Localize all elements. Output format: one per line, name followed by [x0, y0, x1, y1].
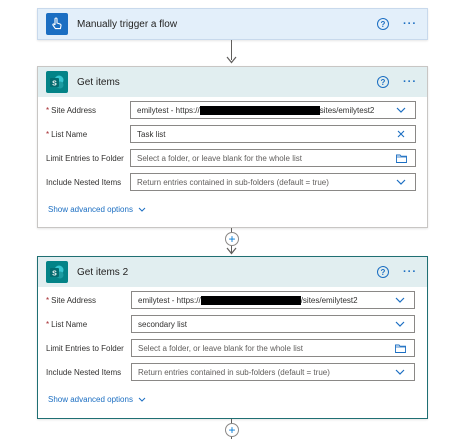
site-address-label: * Site Address: [46, 105, 97, 115]
chevron-down-icon[interactable]: [394, 319, 406, 329]
limit-entries-label: Limit Entries to Folder: [46, 153, 124, 163]
site-address-row: * Site Address emilytest - https:// /site…: [38, 291, 427, 309]
help-icon[interactable]: ?: [377, 266, 389, 278]
site-address-label: * Site Address: [46, 295, 97, 305]
svg-text:S: S: [52, 271, 57, 278]
more-options-icon[interactable]: ···: [403, 76, 417, 88]
add-step-button[interactable]: +: [225, 423, 239, 437]
show-advanced-options-link[interactable]: Show advanced options: [48, 395, 146, 404]
arrow-down-icon: [226, 56, 237, 64]
add-step-button[interactable]: +: [225, 232, 239, 246]
list-name-row: * List Name Task list: [38, 125, 427, 143]
site-address-dropdown[interactable]: emilytest - https:// sites/emilytest2: [130, 101, 416, 119]
more-options-icon[interactable]: ···: [403, 18, 417, 30]
chevron-down-icon: [138, 207, 146, 212]
list-name-label: * List Name: [46, 319, 88, 329]
chevron-down-icon: [138, 397, 146, 402]
help-icon[interactable]: ?: [377, 18, 389, 30]
redaction-bar: [200, 295, 301, 305]
folder-icon[interactable]: [395, 153, 407, 163]
get-items-2-header[interactable]: S Get items 2 ? ···: [38, 257, 427, 287]
get-items-2-title: Get items 2: [77, 266, 129, 278]
include-nested-dropdown[interactable]: Return entries contained in sub-folders …: [131, 363, 415, 381]
chevron-down-icon[interactable]: [394, 367, 406, 377]
include-nested-row: Include Nested Items Return entries cont…: [38, 363, 427, 381]
more-options-icon[interactable]: ···: [403, 266, 417, 278]
svg-text:S: S: [52, 81, 57, 88]
sharepoint-icon: S: [46, 71, 68, 93]
sharepoint-icon: S: [46, 261, 68, 283]
redaction-bar: [199, 105, 320, 115]
trigger-title: Manually trigger a flow: [77, 18, 178, 30]
chevron-down-icon[interactable]: [394, 295, 406, 305]
show-advanced-options-link[interactable]: Show advanced options: [48, 205, 146, 214]
list-name-field[interactable]: Task list: [130, 125, 416, 143]
trigger-card-header[interactable]: Manually trigger a flow ? ···: [38, 9, 427, 39]
include-nested-dropdown[interactable]: Return entries contained in sub-folders …: [130, 173, 416, 191]
hand-touch-icon: [46, 13, 68, 35]
get-items-header[interactable]: S Get items ? ···: [38, 67, 427, 97]
get-items-title: Get items: [77, 76, 120, 88]
limit-entries-row: Limit Entries to Folder Select a folder,…: [38, 149, 427, 167]
list-name-label: * List Name: [46, 129, 88, 139]
folder-icon[interactable]: [394, 343, 406, 353]
list-name-dropdown[interactable]: secondary list: [131, 315, 415, 333]
get-items-2-card[interactable]: S Get items 2 ? ··· * Site Address emilyt…: [37, 256, 428, 419]
include-nested-label: Include Nested Items: [46, 177, 122, 187]
help-icon[interactable]: ?: [377, 76, 389, 88]
include-nested-label: Include Nested Items: [46, 367, 122, 377]
limit-entries-field[interactable]: Select a folder, or leave blank for the …: [130, 149, 416, 167]
site-address-row: * Site Address emilytest - https:// sites…: [38, 101, 427, 119]
get-items-card[interactable]: S Get items ? ··· * Site Address emilytes…: [37, 66, 428, 228]
clear-icon[interactable]: [395, 129, 407, 139]
limit-entries-row: Limit Entries to Folder Select a folder,…: [38, 339, 427, 357]
list-name-row: * List Name secondary list: [38, 315, 427, 333]
chevron-down-icon[interactable]: [395, 177, 407, 187]
include-nested-row: Include Nested Items Return entries cont…: [38, 173, 427, 191]
trigger-card[interactable]: Manually trigger a flow ? ···: [37, 8, 428, 40]
limit-entries-label: Limit Entries to Folder: [46, 343, 124, 353]
limit-entries-field[interactable]: Select a folder, or leave blank for the …: [131, 339, 415, 357]
chevron-down-icon[interactable]: [395, 105, 407, 115]
site-address-dropdown[interactable]: emilytest - https:// /sites/emilytest2: [131, 291, 415, 309]
arrow-down-icon: [226, 247, 237, 255]
